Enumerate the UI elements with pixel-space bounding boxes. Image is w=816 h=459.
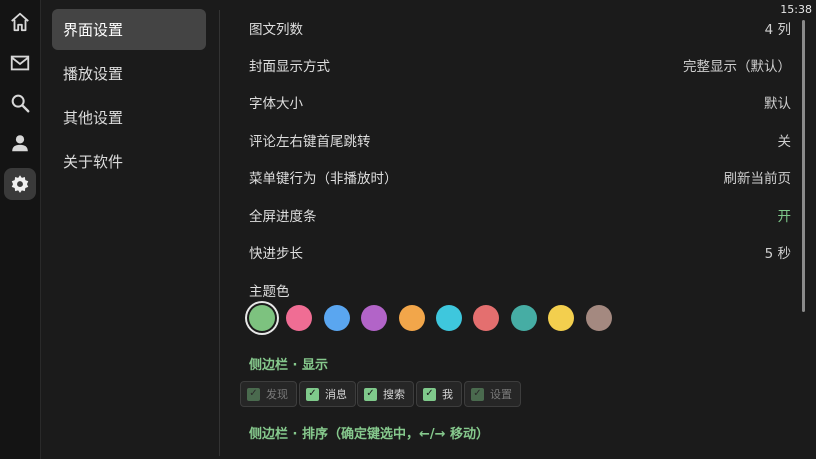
rail-item-settings[interactable] [4,168,36,200]
menu-item-about[interactable]: 关于软件 [52,141,206,182]
chip-label: 发现 [266,388,288,401]
setting-row-comment-jump[interactable]: 评论左右键首尾跳转 关 [249,129,791,151]
setting-row-menu-key[interactable]: 菜单键行为（非播放时） 刷新当前页 [249,166,791,188]
sidebar-chip-discover[interactable]: ✓ 发现 [240,381,297,407]
theme-color-swatch[interactable] [361,305,388,331]
setting-row-cover-mode[interactable]: 封面显示方式 完整显示（默认） [249,54,791,76]
setting-value: 完整显示（默认） [683,59,791,75]
menu-item-other-settings[interactable]: 其他设置 [52,97,206,138]
search-icon [11,94,30,113]
setting-row-seek-step[interactable]: 快进步长 5 秒 [249,241,791,263]
setting-label: 全屏进度条 [249,209,317,225]
theme-color-swatch[interactable] [548,305,575,331]
setting-label: 菜单键行为（非播放时） [249,171,398,187]
mail-icon [10,55,30,71]
theme-color-swatch[interactable] [286,305,313,331]
setting-value: 开 [777,209,792,225]
settings-menu: 界面设置 播放设置 其他设置 关于软件 [41,0,219,459]
checkbox-icon: ✓ [471,387,484,401]
theme-color-swatch[interactable] [585,305,612,331]
setting-label: 快进步长 [249,246,303,262]
checkbox-icon: ✓ [364,387,377,401]
theme-color-swatch[interactable] [249,305,275,331]
divider [219,10,220,456]
rail-item-home[interactable] [4,6,36,38]
gear-icon [11,175,29,193]
sidebar-chip-search[interactable]: ✓ 搜索 [357,381,414,407]
setting-row-fullscreen-progress[interactable]: 全屏进度条 开 [249,204,791,226]
setting-value: 4 列 [764,22,791,38]
rail-item-mail[interactable] [4,47,36,79]
icon-rail [0,0,41,459]
setting-value: 关 [777,134,792,150]
theme-color-swatch[interactable] [436,305,462,331]
setting-row-columns[interactable]: 图文列数 4 列 [249,17,791,39]
sidebar-order-title: 侧边栏 · 排序（确定键选中，←/→ 移动） [249,427,490,442]
checkbox-icon: ✓ [423,387,436,401]
sidebar-chip-settings[interactable]: ✓ 设置 [464,381,521,407]
sidebar-display-title: 侧边栏 · 显示 [249,358,328,373]
chip-label: 消息 [325,388,347,401]
checkbox-icon: ✓ [247,387,260,401]
sidebar-chip-messages[interactable]: ✓ 消息 [299,381,356,407]
setting-label: 图文列数 [249,22,303,38]
rail-item-user[interactable] [4,127,36,159]
theme-color-swatch[interactable] [323,305,350,331]
theme-color-swatch[interactable] [510,305,537,331]
setting-label: 评论左右键首尾跳转 [249,134,371,150]
setting-row-font-size[interactable]: 字体大小 默认 [249,91,791,113]
rail-item-search[interactable] [4,87,36,119]
setting-label: 字体大小 [249,96,303,112]
chip-label: 设置 [490,388,512,401]
scrollbar[interactable] [802,20,805,312]
checkbox-icon: ✓ [306,387,319,401]
menu-item-ui-settings[interactable]: 界面设置 [52,9,206,50]
chip-label: 我 [442,388,453,401]
theme-color-swatch[interactable] [398,305,425,331]
home-icon [11,12,29,32]
status-clock: 15:38 [780,3,812,16]
setting-value: 默认 [764,96,791,112]
setting-value: 5 秒 [764,246,791,262]
chip-label: 搜索 [383,388,405,401]
menu-item-playback-settings[interactable]: 播放设置 [52,53,206,94]
sidebar-chip-me[interactable]: ✓ 我 [416,381,462,407]
user-icon [12,135,28,152]
theme-color-swatch[interactable] [473,305,500,331]
setting-label: 封面显示方式 [249,59,330,75]
setting-value: 刷新当前页 [723,171,792,187]
theme-color-label: 主题色 [249,284,290,300]
